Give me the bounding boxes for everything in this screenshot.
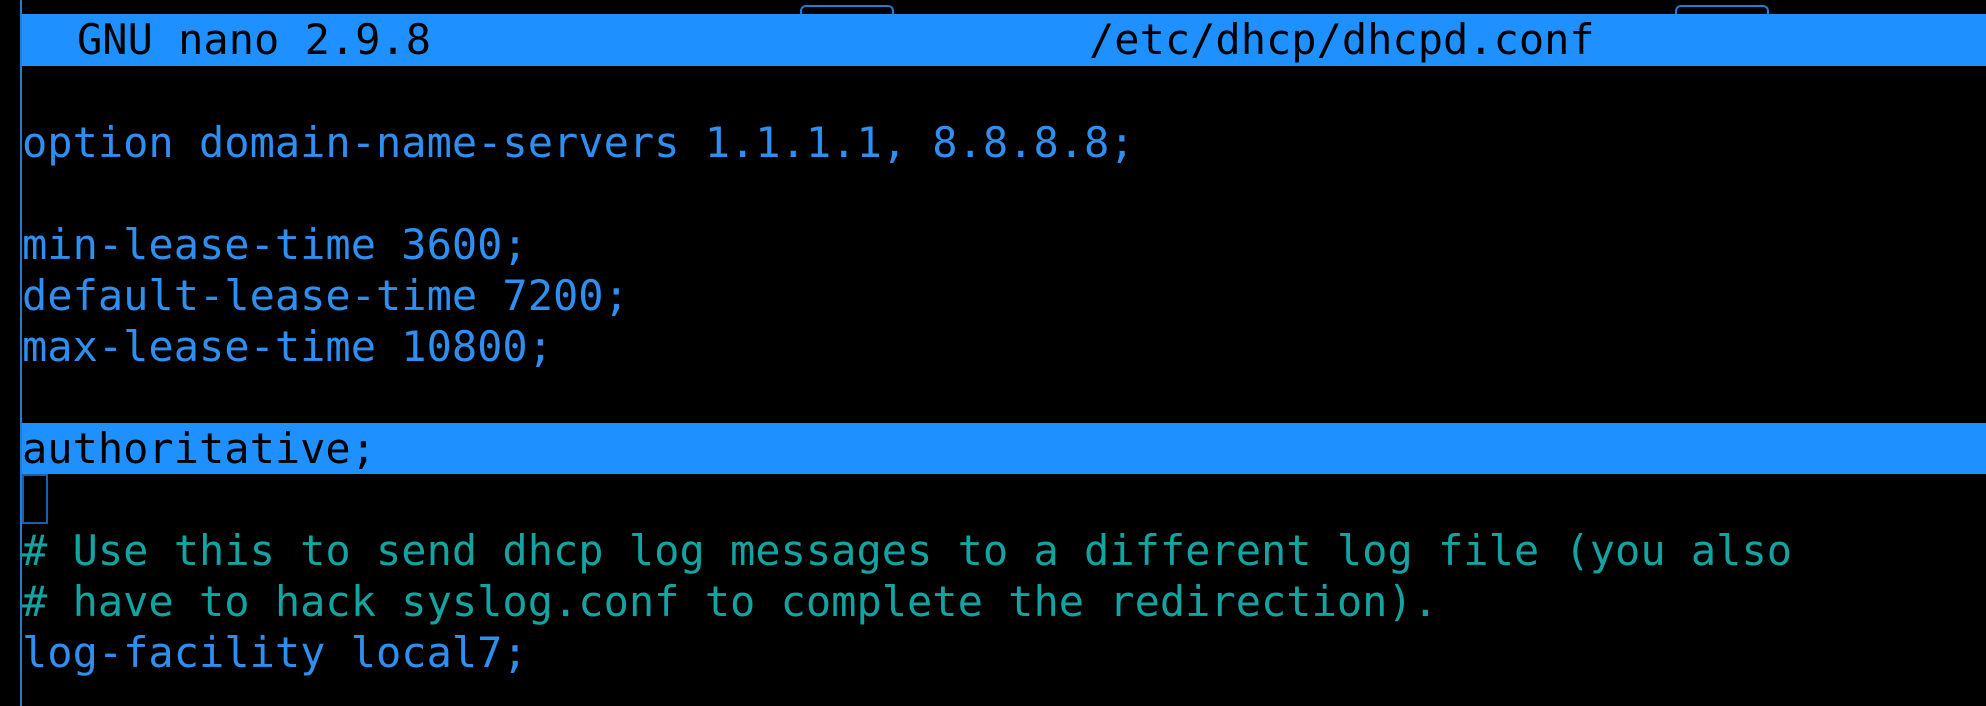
editor-line[interactable] [22, 168, 1986, 219]
nano-title-bar: GNU nano 2.9.8 /etc/dhcp/dhcpd.conf [22, 14, 1986, 66]
editor-line[interactable]: log-facility local7; [22, 627, 1986, 678]
editor-line-comment[interactable]: # Use this to send dhcp log messages to … [22, 525, 1986, 576]
editor-line[interactable] [22, 474, 1986, 525]
app-version: GNU nano 2.9.8 [77, 15, 432, 64]
editor-area[interactable]: option domain-name-servers 1.1.1.1, 8.8.… [22, 66, 1986, 706]
editor-line[interactable]: default-lease-time 7200; [22, 270, 1986, 321]
editor-line-comment[interactable]: # have to hack syslog.conf to complete t… [22, 576, 1986, 627]
file-name: /etc/dhcp/dhcpd.conf [1089, 15, 1595, 64]
editor-line[interactable]: max-lease-time 10800; [22, 321, 1986, 372]
editor-line[interactable] [22, 66, 1986, 117]
editor-line[interactable]: option domain-name-servers 1.1.1.1, 8.8.… [22, 117, 1986, 168]
editor-line[interactable]: min-lease-time 3600; [22, 219, 1986, 270]
editor-line-selected[interactable]: authoritative; [22, 423, 1986, 474]
text-cursor [22, 474, 48, 524]
editor-line[interactable] [22, 372, 1986, 423]
